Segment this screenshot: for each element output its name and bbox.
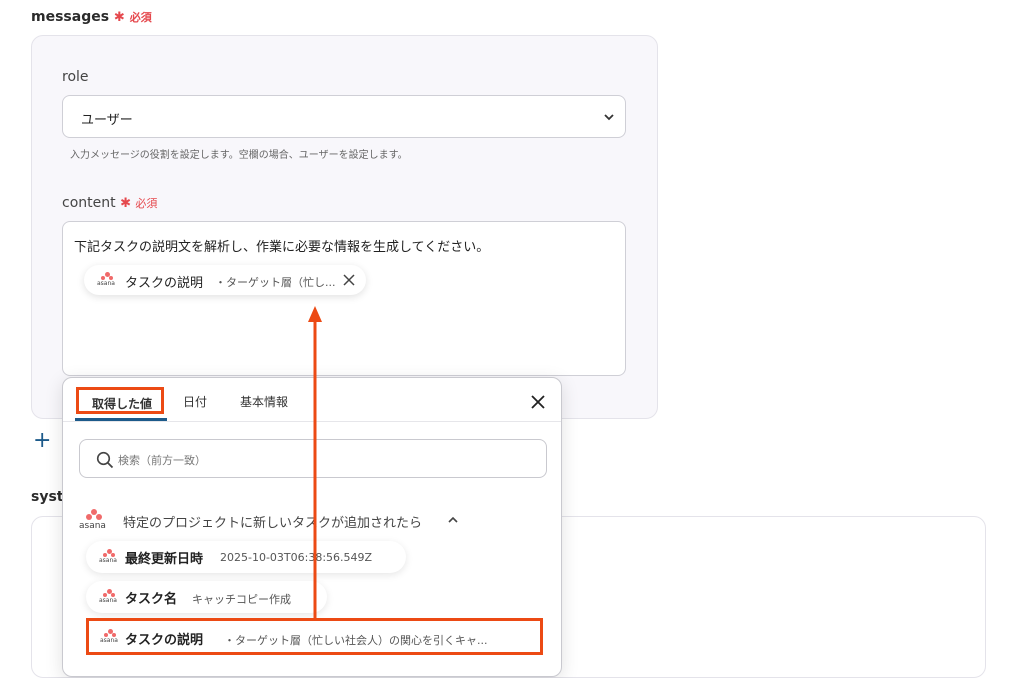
messages-label-text: messages — [31, 9, 110, 25]
asana-logo-icon: asana — [97, 272, 119, 288]
search-placeholder: 検索（前方一致） — [118, 454, 206, 467]
required-star: ✱ — [113, 10, 125, 25]
role-select-value: ユーザー — [81, 113, 133, 128]
add-message-button[interactable]: + — [33, 428, 51, 453]
chevron-down-icon — [604, 114, 614, 121]
chip-value: ・ターゲット層（忙し... — [215, 276, 336, 289]
search-icon — [96, 451, 114, 469]
asana-brand-text: asana — [99, 557, 117, 564]
variable-chip[interactable]: asana タスクの説明 ・ターゲット層（忙し... — [84, 265, 366, 295]
list-item[interactable]: asana 最終更新日時 2025-10-03T06:38:56.549Z — [86, 541, 406, 573]
system-label: syst — [31, 489, 64, 505]
role-hint: 入力メッセージの役割を設定します。空欄の場合、ユーザーを設定します。 — [70, 150, 408, 161]
asana-logo-icon: asana — [99, 549, 121, 565]
content-text: 下記タスクの説明文を解析し、作業に必要な情報を生成してください。 — [74, 240, 490, 255]
content-label-text: content — [62, 195, 116, 211]
item-value: キャッチコピー作成 — [192, 593, 291, 606]
item-name: 最終更新日時 — [125, 552, 204, 567]
item-value: 2025-10-03T06:38:56.549Z — [220, 551, 373, 564]
group-title: 特定のプロジェクトに新しいタスクが追加されたら — [123, 516, 423, 531]
tab-date[interactable]: 日付 — [183, 393, 207, 410]
asana-logo-icon: asana — [100, 629, 122, 645]
list-item[interactable]: asana タスク名 キャッチコピー作成 — [86, 581, 327, 613]
required-text: 必須 — [135, 197, 158, 210]
chip-name: タスクの説明 — [125, 276, 204, 291]
annotation-arrow — [308, 306, 322, 618]
asana-logo-icon: asana — [79, 509, 111, 531]
required-text: 必須 — [129, 11, 152, 24]
asana-brand-text: asana — [99, 597, 117, 604]
required-star: ✱ — [120, 196, 131, 211]
close-icon[interactable] — [343, 274, 355, 286]
list-item[interactable]: asana タスクの説明 ・ターゲット層（忙しい社会人）の関心を引くキャ... — [86, 618, 543, 655]
item-name: タスク名 — [125, 592, 178, 607]
asana-brand-text: asana — [100, 637, 118, 644]
messages-label: messages ✱ 必須 — [31, 9, 152, 25]
tab-basic-info[interactable]: 基本情報 — [240, 393, 288, 410]
tab-label: 取得した値 — [92, 397, 153, 411]
role-select[interactable]: ユーザー — [62, 95, 626, 138]
tab-acquired-values[interactable]: 取得した値 — [76, 387, 164, 414]
asana-logo-icon: asana — [99, 589, 121, 605]
item-name: タスクの説明 — [125, 633, 204, 648]
item-value: ・ターゲット層（忙しい社会人）の関心を引くキャ... — [224, 634, 488, 647]
close-icon[interactable] — [530, 394, 546, 410]
chevron-up-icon — [448, 516, 458, 523]
asana-brand-text: asana — [97, 280, 115, 287]
role-label: role — [62, 69, 89, 85]
asana-brand-text: asana — [79, 521, 106, 531]
content-label: content ✱ 必須 — [62, 195, 157, 211]
content-textarea[interactable]: 下記タスクの説明文を解析し、作業に必要な情報を生成してください。 — [62, 221, 626, 376]
